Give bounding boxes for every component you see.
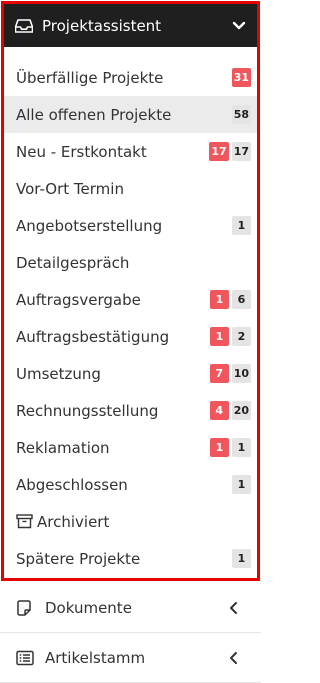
list-item[interactable]: Überfällige Projekte 31 xyxy=(4,59,257,96)
total-count-badge: 17 xyxy=(231,142,251,161)
project-assistant-header[interactable]: Projektassistent xyxy=(4,4,257,47)
list-item-label: Rechnungsstellung xyxy=(16,402,210,420)
overdue-count-badge: 31 xyxy=(231,68,251,87)
list-icon xyxy=(16,649,34,667)
count-badges: 1 xyxy=(232,475,251,494)
chevron-down-icon[interactable] xyxy=(231,18,247,34)
list-item-text: Auftragsvergabe xyxy=(16,290,141,309)
count-badges: 4 20 xyxy=(209,401,251,420)
list-item-label: Vor-Ort Termin xyxy=(16,180,251,198)
count-badges: 17 17 xyxy=(209,142,251,161)
chevron-left-icon[interactable] xyxy=(229,651,241,665)
list-item-label: Detailgespräch xyxy=(16,254,251,272)
list-item-text: Reklamation xyxy=(16,438,110,457)
list-item[interactable]: Detailgespräch xyxy=(4,244,257,281)
total-count-badge: 2 xyxy=(232,327,251,346)
total-count-badge: 20 xyxy=(231,401,251,420)
list-item-label: Auftragsvergabe xyxy=(16,291,210,309)
overdue-count-badge: 1 xyxy=(210,438,229,457)
count-badges: 31 xyxy=(231,68,251,87)
total-count-badge: 1 xyxy=(232,549,251,568)
list-item[interactable]: Reklamation 1 1 xyxy=(4,429,257,466)
overdue-count-badge: 1 xyxy=(210,290,229,309)
list-item-label: Reklamation xyxy=(16,439,210,457)
list-item-label: Abgeschlossen xyxy=(16,476,232,494)
overdue-count-badge: 1 xyxy=(210,327,229,346)
list-item-label: Umsetzung xyxy=(16,365,210,383)
list-item-text: Vor-Ort Termin xyxy=(16,179,124,198)
project-assistant-panel: Projektassistent Überfällige Projekte 31 A… xyxy=(1,1,260,581)
overdue-count-badge: 17 xyxy=(209,142,229,161)
list-item-text: Auftragsbestätigung xyxy=(16,327,170,346)
archive-icon xyxy=(16,514,33,529)
list-item-text: Umsetzung xyxy=(16,364,101,383)
total-count-badge: 1 xyxy=(232,475,251,494)
list-item[interactable]: Angebotserstellung 1 xyxy=(4,207,257,244)
list-item[interactable]: Archiviert xyxy=(4,503,257,540)
list-item[interactable]: Rechnungsstellung 4 20 xyxy=(4,392,257,429)
list-item[interactable]: Alle offenen Projekte 58 xyxy=(4,96,257,133)
total-count-badge: 10 xyxy=(231,364,251,383)
list-item-text: Angebotserstellung xyxy=(16,216,163,235)
sidebar-item-dokumente[interactable]: Dokumente xyxy=(0,583,261,633)
total-count-badge: 6 xyxy=(232,290,251,309)
list-item-text: Abgeschlossen xyxy=(16,475,128,494)
list-item-text: Detailgespräch xyxy=(16,253,130,272)
list-item[interactable]: Vor-Ort Termin xyxy=(4,170,257,207)
list-item-label: Archiviert xyxy=(16,513,251,531)
count-badges: 16 xyxy=(210,290,251,309)
list-item-label: Alle offenen Projekte xyxy=(16,106,232,124)
list-item-text: Alle offenen Projekte xyxy=(16,105,172,124)
document-icon xyxy=(16,599,34,617)
overdue-count-badge: 7 xyxy=(209,364,229,383)
sidebar-item-artikelstamm[interactable]: Artikelstamm xyxy=(0,633,261,683)
list-item[interactable]: Umsetzung 7 10 xyxy=(4,355,257,392)
project-status-list: Überfällige Projekte 31 Alle offenen Proje… xyxy=(4,47,257,577)
list-item-text: Spätere Projekte xyxy=(16,549,141,568)
list-item[interactable]: Neu - Erstkontakt 17 17 xyxy=(4,133,257,170)
list-item[interactable]: Abgeschlossen 1 xyxy=(4,466,257,503)
list-item-text: Archiviert xyxy=(37,512,110,531)
count-badges: 7 10 xyxy=(209,364,251,383)
list-item[interactable]: Auftragsvergabe 1 6 xyxy=(4,281,257,318)
list-item-label: Auftragsbestätigung xyxy=(16,328,210,346)
sidebar-item-label: Dokumente xyxy=(45,598,132,617)
count-badges: 1 xyxy=(232,216,251,235)
total-count-badge: 58 xyxy=(231,105,251,124)
list-item[interactable]: Auftragsbestätigung 1 2 xyxy=(4,318,257,355)
list-item-text: Rechnungsstellung xyxy=(16,401,159,420)
overdue-count-badge: 4 xyxy=(209,401,229,420)
list-item-label: Überfällige Projekte xyxy=(16,69,232,87)
list-item-label: Spätere Projekte xyxy=(16,550,232,568)
count-badges: 12 xyxy=(210,327,251,346)
list-item-text: Neu - Erstkontakt xyxy=(16,142,147,161)
list-item[interactable]: Spätere Projekte 1 xyxy=(4,540,257,577)
project-assistant-title: Projektassistent xyxy=(42,16,162,35)
inbox-icon xyxy=(15,17,33,35)
list-item-label: Angebotserstellung xyxy=(16,217,232,235)
sidebar-item-label: Artikelstamm xyxy=(45,648,146,667)
total-count-badge: 1 xyxy=(232,438,251,457)
count-badges: 1 xyxy=(232,549,251,568)
count-badges: 58 xyxy=(231,105,251,124)
list-item-text: Überfällige Projekte xyxy=(16,68,164,87)
chevron-left-icon[interactable] xyxy=(229,601,241,615)
list-item-label: Neu - Erstkontakt xyxy=(16,143,209,161)
total-count-badge: 1 xyxy=(232,216,251,235)
count-badges: 11 xyxy=(210,438,251,457)
